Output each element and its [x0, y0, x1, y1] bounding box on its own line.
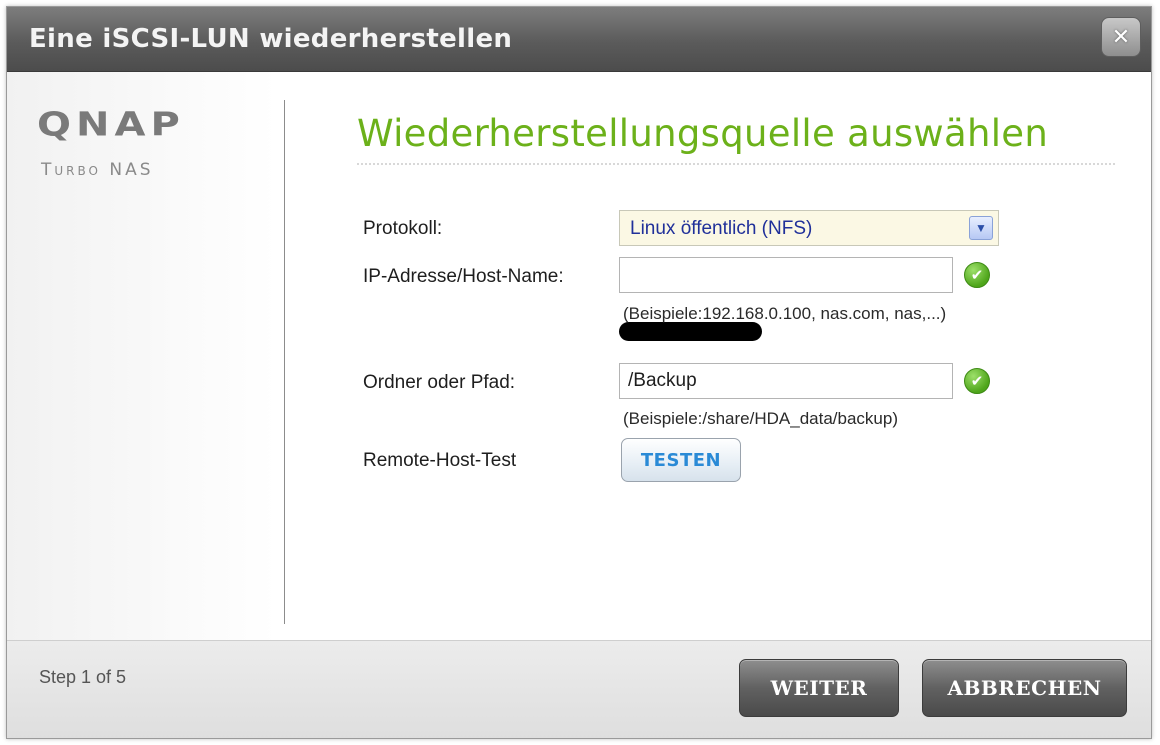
protocol-select[interactable]: Linux öffentlich (NFS) ▼	[619, 210, 999, 246]
path-input[interactable]	[619, 363, 953, 399]
check-icon: ✔	[964, 368, 990, 394]
chevron-down-icon[interactable]: ▼	[969, 216, 993, 240]
host-hint: (Beispiele:192.168.0.100, nas.com, nas,.…	[623, 304, 947, 323]
test-button[interactable]: TESTEN	[621, 438, 741, 482]
turbo-nas-logo: Turbo NAS	[41, 160, 154, 180]
path-hint: (Beispiele:/share/HDA_data/backup)	[623, 409, 898, 428]
protocol-selected-value: Linux öffentlich (NFS)	[630, 218, 813, 239]
qnap-logo: QNAP	[37, 106, 185, 144]
host-input[interactable]	[619, 257, 953, 293]
sidebar: QNAP Turbo NAS	[7, 72, 277, 640]
title-bar: Eine iSCSI-LUN wiederherstellen ✕	[7, 7, 1151, 72]
dialog-content: QNAP Turbo NAS Wiederherstellungsquelle …	[7, 72, 1151, 640]
restore-iscsi-lun-dialog: Eine iSCSI-LUN wiederherstellen ✕ QNAP T…	[6, 6, 1152, 739]
remote-host-test-label: Remote-Host-Test	[363, 450, 517, 471]
check-icon: ✔	[964, 262, 990, 288]
protocol-label: Protokoll:	[363, 218, 443, 239]
redacted-host-value	[619, 322, 762, 341]
section-title: Wiederherstellungsquelle auswählen	[357, 112, 1049, 155]
close-button[interactable]: ✕	[1101, 17, 1141, 57]
window-title: Eine iSCSI-LUN wiederherstellen	[29, 24, 513, 54]
footer: Step 1 of 5 WEITER ABBRECHEN	[7, 640, 1151, 738]
close-icon: ✕	[1111, 24, 1131, 50]
path-label: Ordner oder Pfad:	[363, 372, 516, 393]
title-separator	[357, 163, 1115, 165]
next-button[interactable]: WEITER	[739, 659, 899, 717]
vertical-divider	[284, 100, 285, 624]
step-indicator: Step 1 of 5	[39, 667, 127, 687]
host-label: IP-Adresse/Host-Name:	[363, 266, 564, 287]
cancel-button[interactable]: ABBRECHEN	[922, 659, 1127, 717]
